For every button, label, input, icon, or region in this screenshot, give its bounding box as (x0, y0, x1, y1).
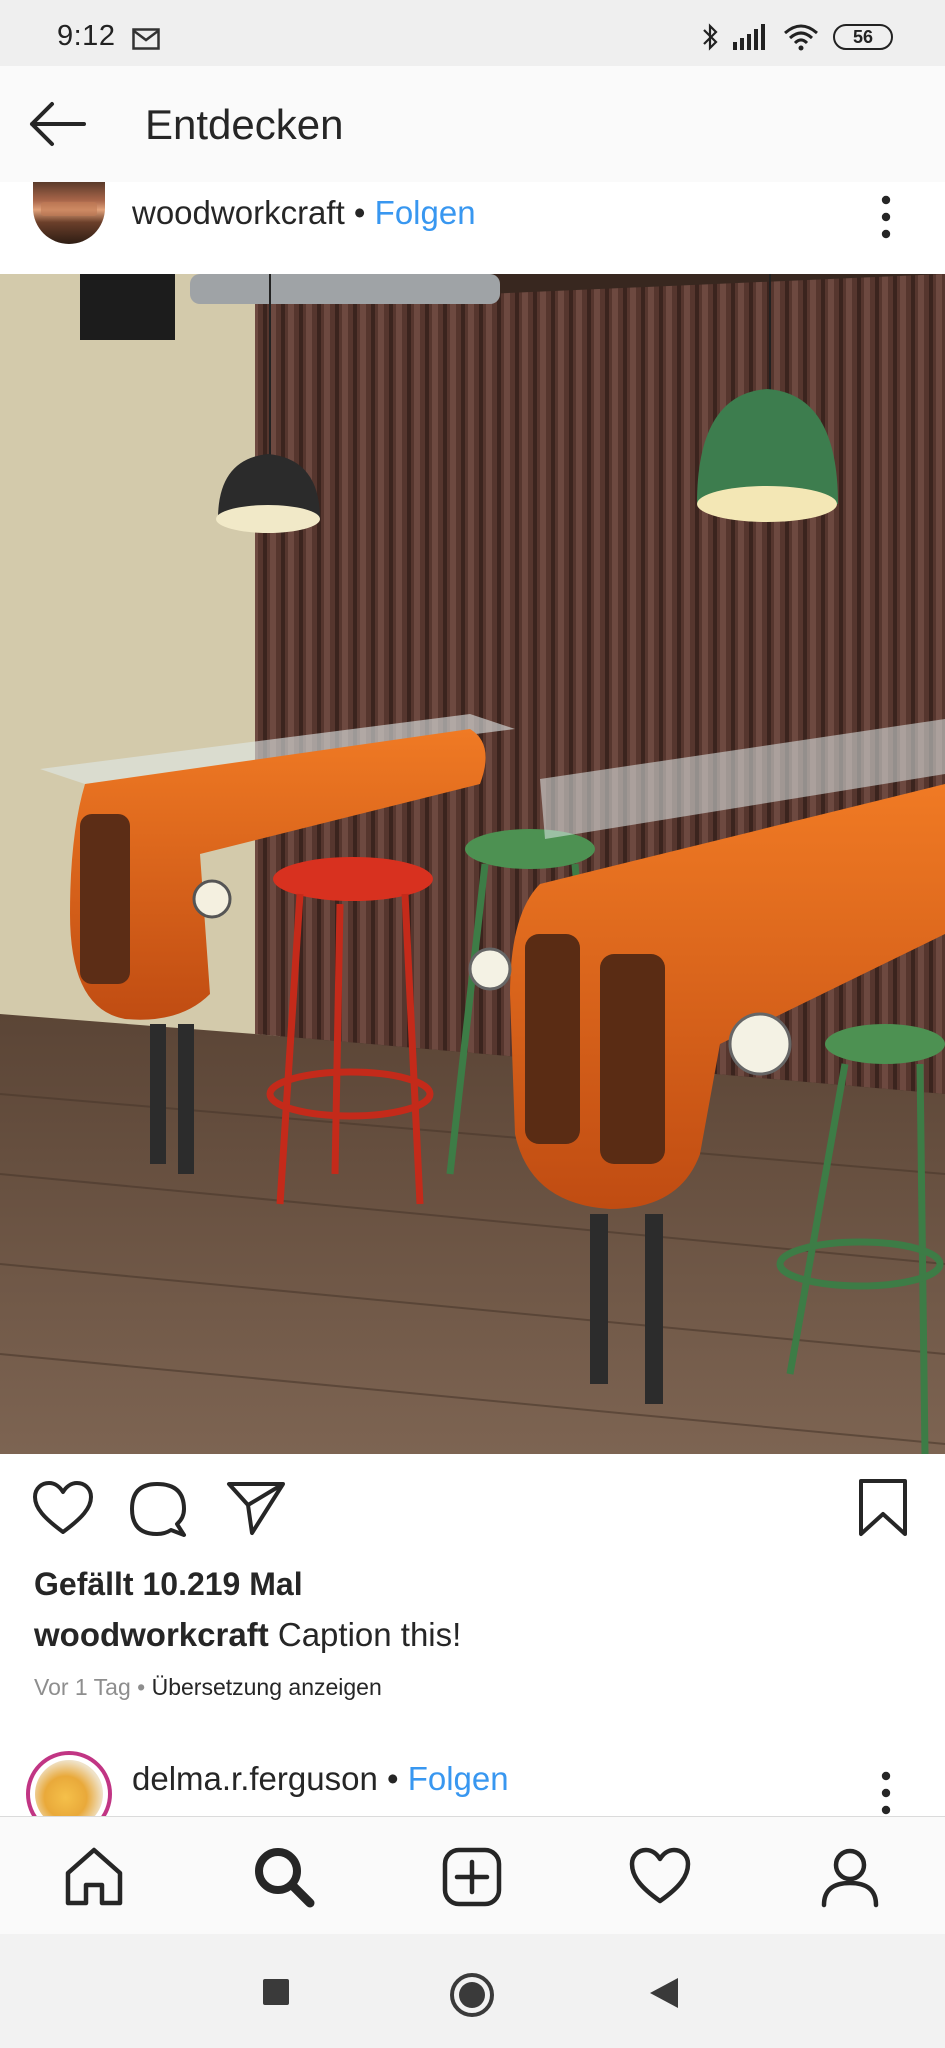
recents-square-icon[interactable] (262, 1978, 290, 2006)
more-options-icon[interactable] (874, 194, 898, 240)
caption-text: Caption this! (277, 1616, 462, 1653)
post-header: woodworkcraft • Folgen (0, 182, 945, 274)
post-image[interactable] (0, 274, 945, 1454)
more-options-icon[interactable] (874, 1770, 898, 1816)
next-post-header: delma.r.ferguson • Folgen (0, 1746, 945, 1816)
wifi-icon (784, 24, 818, 51)
battery-indicator: 56 (833, 24, 893, 50)
avatar[interactable] (33, 182, 105, 244)
meta-separator: • (137, 1674, 146, 1700)
post-timestamp: Vor 1 Tag (34, 1674, 131, 1700)
app-header: Entdecken (0, 66, 945, 182)
caption-username[interactable]: woodworkcraft (34, 1616, 269, 1653)
post-author: delma.r.ferguson • Folgen (132, 1760, 509, 1798)
post-author: woodworkcraft • Folgen (132, 194, 476, 232)
avatar (35, 1760, 103, 1816)
post-photo (0, 274, 945, 1454)
status-bar: 9:12 56 (0, 0, 945, 66)
caption: woodworkcraft Caption this! (34, 1616, 461, 1654)
post-actions (0, 1454, 945, 1564)
bottom-navigation (0, 1816, 945, 1934)
follow-button[interactable]: Folgen (375, 194, 476, 231)
like-heart-icon[interactable] (32, 1480, 94, 1538)
separator-dot: • (386, 1760, 399, 1797)
status-icons: 56 (701, 22, 893, 52)
share-send-icon[interactable] (226, 1480, 286, 1536)
status-time: 9:12 (57, 20, 116, 52)
username-link[interactable]: delma.r.ferguson (132, 1760, 378, 1797)
system-navigation-bar (0, 1934, 945, 2048)
follow-button[interactable]: Folgen (408, 1760, 509, 1797)
likes-count[interactable]: Gefällt 10.219 Mal (34, 1566, 303, 1603)
post-meta: Vor 1 Tag • Übersetzung anzeigen (34, 1674, 382, 1701)
profile-icon[interactable] (818, 1845, 882, 1909)
bluetooth-icon (703, 23, 718, 51)
home-icon[interactable] (62, 1845, 126, 1909)
comment-icon[interactable] (128, 1480, 188, 1540)
signal-icon (733, 24, 765, 50)
add-post-icon[interactable] (440, 1845, 504, 1909)
back-triangle-icon[interactable] (648, 1976, 680, 2010)
search-icon[interactable] (252, 1845, 316, 1909)
username-link[interactable]: woodworkcraft (132, 194, 345, 231)
gmail-notification-icon (132, 28, 160, 50)
activity-heart-icon[interactable] (628, 1845, 692, 1909)
bookmark-icon[interactable] (858, 1478, 908, 1538)
separator-dot: • (353, 194, 366, 231)
home-circle-icon[interactable] (449, 1972, 495, 2018)
back-arrow-icon[interactable] (26, 99, 88, 149)
page-title: Entdecken (145, 101, 344, 148)
translate-link[interactable]: Übersetzung anzeigen (152, 1674, 382, 1700)
avatar-story-ring[interactable] (26, 1751, 112, 1816)
